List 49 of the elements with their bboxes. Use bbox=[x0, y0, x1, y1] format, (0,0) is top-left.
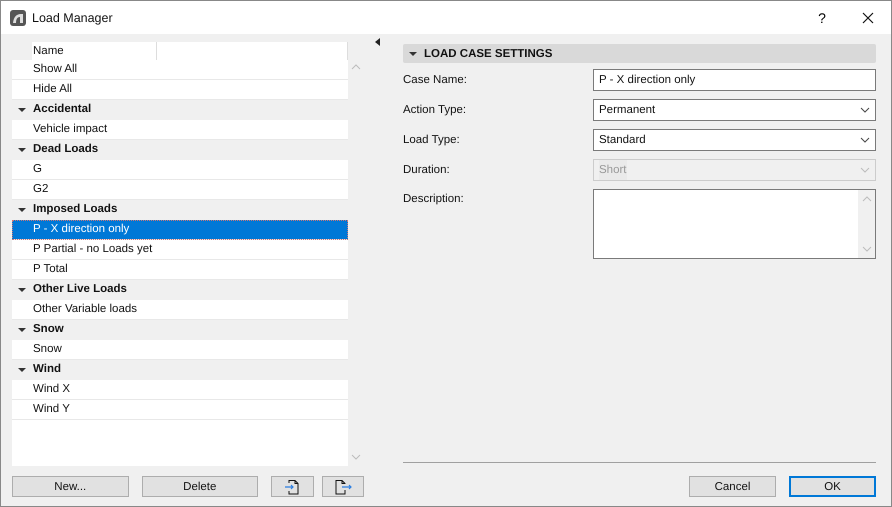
caret-icon[interactable] bbox=[18, 326, 26, 334]
caret-icon[interactable] bbox=[18, 106, 26, 114]
group-row[interactable]: Accidental bbox=[12, 100, 348, 120]
collapse-arrow-icon[interactable] bbox=[374, 38, 380, 46]
field-label: Description: bbox=[403, 192, 465, 205]
caret-icon[interactable] bbox=[18, 366, 26, 374]
caret-icon[interactable] bbox=[18, 286, 26, 294]
chevron-down-icon bbox=[860, 107, 870, 113]
dialog-button[interactable]: Cancel bbox=[689, 476, 776, 497]
group-label: Wind bbox=[33, 362, 61, 377]
dropdown[interactable]: Standard bbox=[593, 129, 876, 151]
export-file-icon bbox=[334, 478, 352, 494]
section-title: LOAD CASE SETTINGS bbox=[424, 48, 552, 60]
dropdown-value: Short bbox=[599, 160, 626, 180]
dialog-button[interactable]: OK bbox=[789, 476, 876, 497]
export-button[interactable] bbox=[322, 476, 364, 497]
group-label: Dead Loads bbox=[33, 142, 98, 157]
field-label: Case Name: bbox=[403, 74, 468, 86]
section-header[interactable]: LOAD CASE SETTINGS bbox=[403, 44, 876, 63]
group-row[interactable]: Snow bbox=[12, 320, 348, 340]
group-label: Snow bbox=[33, 322, 64, 337]
app-logo-icon bbox=[10, 10, 26, 26]
dropdown-value: Permanent bbox=[599, 103, 656, 118]
dropdown-value: Standard bbox=[599, 133, 646, 148]
field-label: Load Type: bbox=[403, 134, 461, 146]
list-button[interactable]: Delete bbox=[142, 476, 258, 497]
group-row[interactable]: Imposed Loads bbox=[12, 200, 348, 220]
caret-icon[interactable] bbox=[18, 206, 26, 214]
chevron-down-icon bbox=[860, 167, 870, 173]
window-title: Load Manager bbox=[32, 10, 113, 24]
list-item[interactable]: P - X direction only bbox=[12, 220, 348, 240]
group-row[interactable]: Dead Loads bbox=[12, 140, 348, 160]
help-button[interactable]: ? bbox=[799, 1, 845, 34]
chevron-down-icon bbox=[860, 137, 870, 143]
group-label: Accidental bbox=[33, 102, 92, 117]
dropdown[interactable]: Permanent bbox=[593, 99, 876, 121]
import-file-icon bbox=[284, 478, 300, 494]
group-label: Imposed Loads bbox=[33, 202, 118, 217]
field-label: Duration: bbox=[403, 164, 451, 176]
import-button[interactable] bbox=[271, 476, 314, 497]
group-row[interactable]: Wind bbox=[12, 360, 348, 380]
group-row[interactable]: Other Live Loads bbox=[12, 280, 348, 300]
caret-icon[interactable] bbox=[18, 146, 26, 154]
list-button[interactable]: New... bbox=[12, 476, 129, 497]
column-header[interactable]: Name bbox=[32, 42, 157, 60]
field-label: Action Type: bbox=[403, 104, 468, 116]
group-label: Other Live Loads bbox=[33, 282, 127, 297]
text-field[interactable]: P - X direction only bbox=[593, 69, 876, 91]
close-icon bbox=[862, 12, 874, 24]
